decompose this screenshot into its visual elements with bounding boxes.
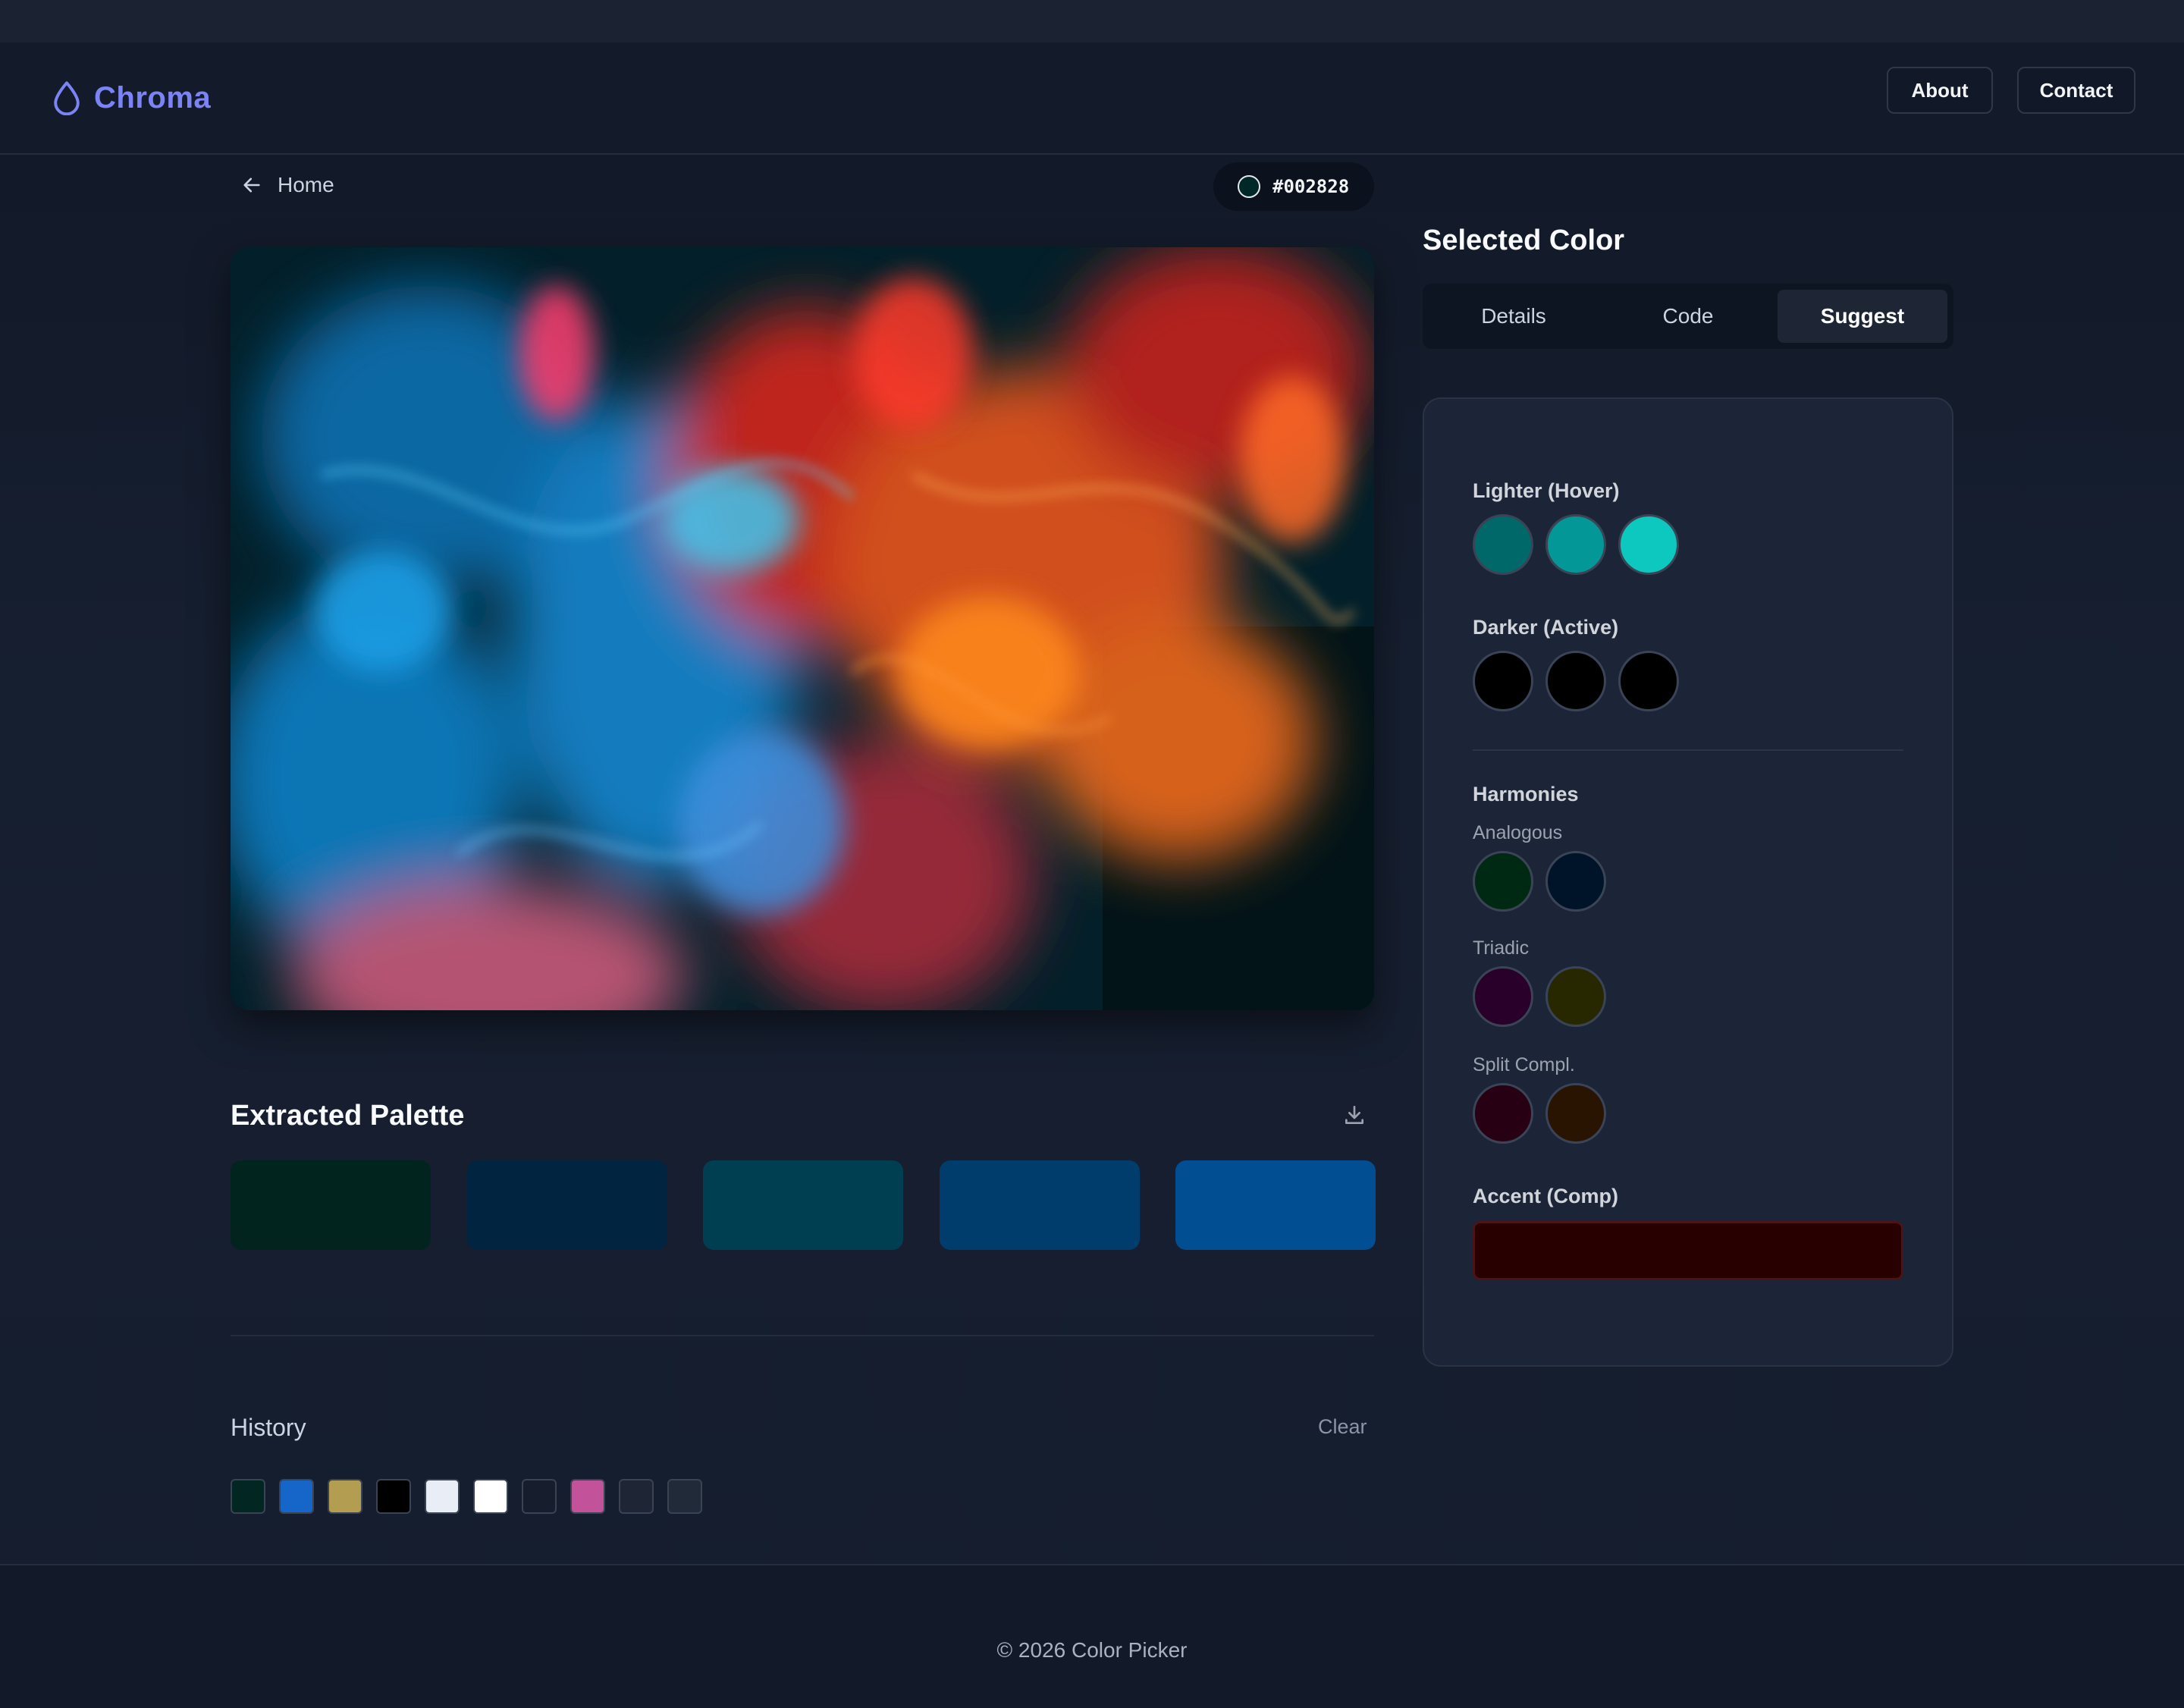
history-swatch[interactable]: [425, 1479, 460, 1514]
history-swatch[interactable]: [328, 1479, 362, 1514]
source-image[interactable]: [231, 247, 1374, 1010]
tab-code[interactable]: Code: [1603, 290, 1773, 343]
back-label: Home: [278, 173, 334, 196]
split-swatch[interactable]: [1545, 1083, 1606, 1144]
history-swatch[interactable]: [667, 1479, 702, 1514]
darker-label: Darker (Active): [1473, 616, 1619, 639]
current-color-hex: #002828: [1272, 176, 1350, 197]
triadic-swatch[interactable]: [1545, 966, 1606, 1027]
analogous-label: Analogous: [1473, 822, 1563, 843]
selected-color-tabs: Details Code Suggest: [1423, 284, 1953, 349]
lighter-swatch[interactable]: [1618, 514, 1679, 575]
darker-swatch[interactable]: [1545, 651, 1606, 711]
tab-details[interactable]: Details: [1429, 290, 1599, 343]
droplet-icon: [54, 81, 80, 115]
lighter-swatch[interactable]: [1473, 514, 1533, 575]
download-icon[interactable]: [1342, 1103, 1367, 1127]
harmonies-label: Harmonies: [1473, 783, 1579, 805]
history-swatch[interactable]: [522, 1479, 557, 1514]
palette-swatch[interactable]: [1175, 1160, 1376, 1250]
arrow-left-icon: [243, 177, 260, 193]
copyright: © 2026 Color Picker: [996, 1638, 1188, 1662]
analogous-swatch[interactable]: [1473, 851, 1533, 912]
history-swatch[interactable]: [473, 1479, 508, 1514]
split-label: Split Compl.: [1473, 1054, 1575, 1075]
app-header: Chroma About Contact: [0, 42, 2184, 155]
current-color-pill[interactable]: #002828: [1213, 162, 1374, 211]
clear-history-button[interactable]: Clear: [1318, 1415, 1367, 1439]
palette-swatch[interactable]: [703, 1160, 903, 1250]
accent-label: Accent (Comp): [1473, 1185, 1619, 1207]
brand[interactable]: Chroma: [52, 80, 211, 115]
palette-title: Extracted Palette: [231, 1100, 465, 1132]
divider: [231, 1335, 1374, 1336]
history-swatch[interactable]: [231, 1479, 265, 1514]
selected-color-title: Selected Color: [1423, 224, 1625, 256]
current-color-dot: [1238, 175, 1260, 198]
about-button[interactable]: About: [1887, 67, 1993, 114]
top-strip: [0, 0, 2184, 42]
tab-suggest[interactable]: Suggest: [1778, 290, 1947, 343]
palette-swatch[interactable]: [940, 1160, 1140, 1250]
lighter-swatch[interactable]: [1545, 514, 1606, 575]
palette-swatch[interactable]: [231, 1160, 431, 1250]
split-swatch[interactable]: [1473, 1083, 1533, 1144]
history-swatch[interactable]: [570, 1479, 605, 1514]
history-swatch[interactable]: [279, 1479, 314, 1514]
analogous-swatch[interactable]: [1545, 851, 1606, 912]
contact-button[interactable]: Contact: [2017, 67, 2135, 114]
back-home-link[interactable]: Home: [241, 173, 334, 197]
darker-swatch[interactable]: [1618, 651, 1679, 711]
palette-swatch[interactable]: [467, 1160, 667, 1250]
accent-swatch[interactable]: [1473, 1221, 1903, 1280]
triadic-label: Triadic: [1473, 937, 1530, 959]
ink-image: [231, 247, 1374, 1010]
history-title: History: [231, 1414, 306, 1441]
darker-swatch[interactable]: [1473, 651, 1533, 711]
footer: © 2026 Color Picker: [0, 1564, 2184, 1708]
history-swatch[interactable]: [376, 1479, 411, 1514]
history-swatch[interactable]: [619, 1479, 654, 1514]
panel-divider: [1473, 749, 1903, 751]
lighter-label: Lighter (Hover): [1473, 479, 1620, 502]
brand-name: Chroma: [94, 80, 212, 115]
triadic-swatch[interactable]: [1473, 966, 1533, 1027]
